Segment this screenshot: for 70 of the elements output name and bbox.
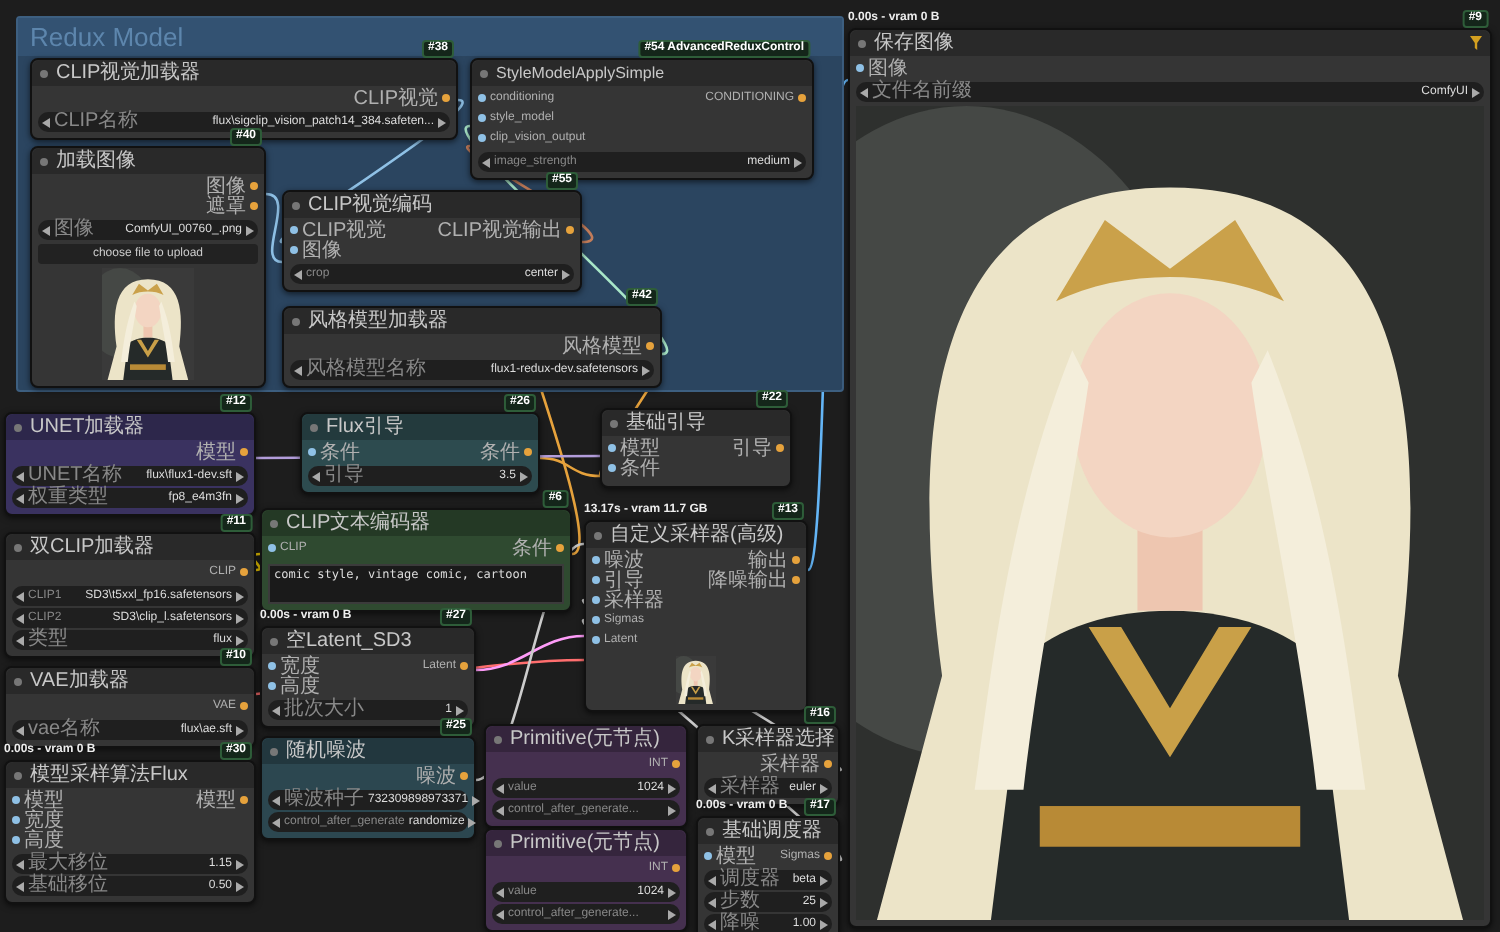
node-title: 自定义采样器(高级) — [610, 524, 786, 546]
node-title-bar[interactable]: 随机噪波 — [262, 738, 474, 764]
node-title: Flux引导 — [326, 416, 406, 438]
node-title-bar[interactable]: 模型采样算法Flux — [6, 762, 254, 788]
input-port[interactable]: 模型 — [602, 438, 726, 458]
input-port[interactable]: 采样器 — [586, 590, 702, 610]
node-title: 基础引导 — [626, 412, 708, 434]
input-port[interactable]: 图像 — [850, 58, 1490, 78]
node-title-bar[interactable]: 自定义采样器(高级) — [586, 522, 806, 548]
output-port[interactable]: 条件 — [474, 442, 538, 462]
output-port[interactable]: 采样器 — [754, 754, 838, 774]
input-port[interactable]: 高度 — [6, 830, 190, 850]
graph-node[interactable]: 基础引导 模型 引导 条件 — [600, 408, 792, 488]
node-title: 加载图像 — [56, 150, 138, 172]
node-title-bar[interactable]: K采样器选择 — [698, 726, 838, 752]
node-title-bar[interactable]: 空Latent_SD3 — [262, 628, 474, 654]
node-title-bar[interactable]: VAE加载器 — [6, 668, 254, 694]
output-port[interactable]: 噪波 — [410, 766, 474, 786]
node-title: Primitive(元节点) — [510, 728, 662, 750]
node-title: 保存图像 — [874, 32, 956, 54]
output-port[interactable]: 图像 — [200, 176, 264, 196]
input-port[interactable]: 引导 — [586, 570, 702, 590]
node-title: 风格模型加载器 — [308, 310, 450, 332]
node-title: Primitive(元节点) — [510, 832, 662, 854]
node-title: 双CLIP加载器 — [30, 536, 157, 558]
node-title-bar[interactable]: 风格模型加载器 — [284, 308, 660, 334]
node-title: 空Latent_SD3 — [286, 630, 414, 652]
node-title-bar[interactable]: Primitive(元节点) — [486, 830, 686, 856]
node-title-bar[interactable]: CLIP视觉编码 — [284, 192, 580, 218]
input-port[interactable]: CLIP视觉 — [284, 220, 432, 240]
output-port[interactable]: 遮罩 — [200, 196, 264, 216]
input-port[interactable]: 高度 — [262, 676, 417, 696]
node-title-bar[interactable]: StyleModelApplySimple — [472, 60, 812, 86]
node-title-bar[interactable]: 基础调度器 — [698, 818, 838, 844]
node-title: CLIP文本编码器 — [286, 512, 433, 534]
node-title: StyleModelApplySimple — [496, 62, 667, 84]
output-port[interactable]: CLIP视觉 — [347, 88, 456, 108]
output-port[interactable]: 引导 — [726, 438, 790, 458]
output-port[interactable]: 风格模型 — [556, 336, 660, 356]
node-title-bar[interactable]: Primitive(元节点) — [486, 726, 686, 752]
node-title: UNET加载器 — [30, 416, 147, 438]
input-port[interactable]: 宽度 — [6, 810, 190, 830]
input-port[interactable]: 模型 — [698, 846, 774, 866]
node-title: CLIP视觉加载器 — [56, 62, 203, 84]
output-port[interactable]: 模型 — [190, 442, 254, 462]
input-port[interactable]: 模型 — [6, 790, 190, 810]
node-title-bar[interactable]: 双CLIP加载器 — [6, 534, 254, 560]
output-port[interactable]: 降噪输出 — [702, 570, 806, 590]
node-title-bar[interactable]: CLIP文本编码器 — [262, 510, 570, 536]
node-title: VAE加载器 — [30, 670, 131, 692]
input-port[interactable]: 宽度 — [262, 656, 417, 676]
node-title: 模型采样算法Flux — [30, 764, 190, 786]
node-title: 基础调度器 — [722, 820, 824, 842]
output-port[interactable]: 模型 — [190, 790, 254, 810]
node-title: K采样器选择 — [722, 728, 836, 750]
input-port[interactable]: 图像 — [284, 240, 432, 260]
input-port[interactable]: 条件 — [602, 458, 726, 478]
node-title: 随机噪波 — [286, 740, 368, 762]
output-port[interactable]: CLIP视觉输出 — [431, 220, 580, 240]
node-title-bar[interactable]: 加载图像 — [32, 148, 264, 174]
node-title-bar[interactable]: 基础引导 — [602, 410, 790, 436]
input-port[interactable]: 条件 — [302, 442, 474, 462]
node-title: CLIP视觉编码 — [308, 194, 435, 216]
input-port[interactable]: 噪波 — [586, 550, 702, 570]
output-port[interactable]: 输出 — [702, 550, 806, 570]
node-title-bar[interactable]: UNET加载器 — [6, 414, 254, 440]
node-title-bar[interactable]: Flux引导 — [302, 414, 538, 440]
node-title-bar[interactable]: 保存图像 — [850, 30, 1490, 56]
output-port[interactable]: 条件 — [506, 538, 570, 558]
node-title-bar[interactable]: CLIP视觉加载器 — [32, 60, 456, 86]
